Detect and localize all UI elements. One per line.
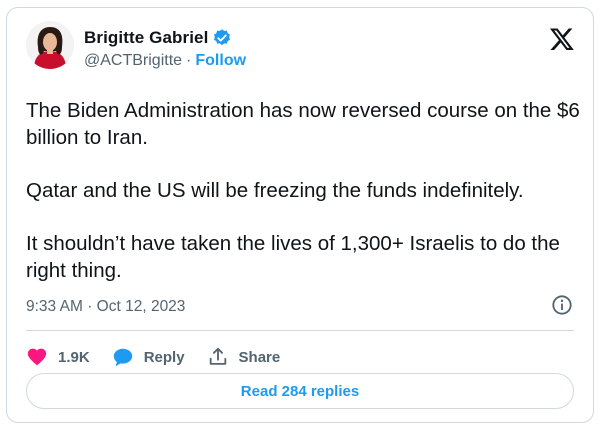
speech-bubble-icon xyxy=(113,348,132,367)
tweet-time: 9:33 AM xyxy=(26,298,83,315)
like-count: 1.9K xyxy=(58,348,90,366)
reply-label: Reply xyxy=(143,348,185,366)
heart-icon xyxy=(27,348,47,366)
tweet-timestamp[interactable]: 9:33 AM · Oct 12, 2023 xyxy=(26,298,185,316)
share-button[interactable]: Share xyxy=(207,346,281,368)
author-handle-row: @ACTBrigitte · Follow xyxy=(84,52,246,70)
tweet-actions: 1.9K Reply Share xyxy=(26,339,302,375)
x-logo-icon[interactable] xyxy=(549,26,575,52)
timestamp-separator: · xyxy=(87,298,93,315)
verified-badge-icon xyxy=(214,29,231,46)
share-upload-icon xyxy=(209,347,226,365)
tweet-card: Brigitte Gabriel @ACTBrigitte · Follow T… xyxy=(6,7,594,423)
info-icon[interactable] xyxy=(551,294,573,316)
author-name[interactable]: Brigitte Gabriel xyxy=(84,28,208,48)
follow-link[interactable]: Follow xyxy=(195,52,246,70)
divider xyxy=(26,330,574,331)
tweet-paragraph: It shouldn’t have taken the lives of 1,3… xyxy=(26,232,560,282)
reply-button[interactable]: Reply xyxy=(112,346,185,368)
share-label: Share xyxy=(238,348,281,366)
like-button[interactable]: 1.9K xyxy=(26,346,90,368)
read-replies-button[interactable]: Read 284 replies xyxy=(26,373,574,409)
avatar[interactable] xyxy=(26,21,74,69)
tweet-paragraph: Qatar and the US will be freezing the fu… xyxy=(26,179,524,202)
tweet-text: The Biden Administration has now reverse… xyxy=(26,97,581,310)
tweet-date: Oct 12, 2023 xyxy=(96,298,186,315)
handle-separator: · xyxy=(186,52,192,69)
author-handle[interactable]: @ACTBrigitte xyxy=(84,52,182,70)
author-name-row: Brigitte Gabriel xyxy=(84,28,232,48)
tweet-paragraph: The Biden Administration has now reverse… xyxy=(26,99,580,149)
